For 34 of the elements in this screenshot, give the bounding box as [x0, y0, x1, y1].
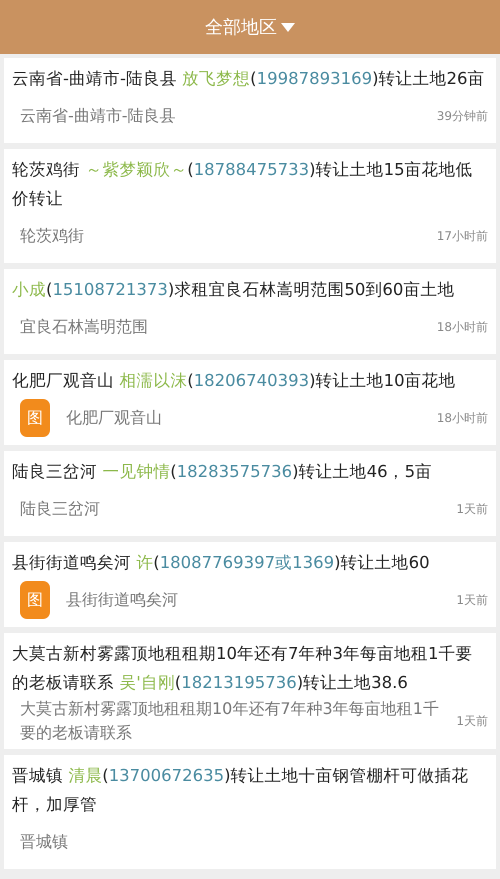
post-card[interactable]: 轮茨鸡街 ～紫梦颖欣～(18788475733)转让土地15亩花地低价转让 轮茨鸡街 17小时前: [4, 149, 496, 263]
post-title: 轮茨鸡街 ～紫梦颖欣～(18788475733)转让土地15亩花地低价转让: [12, 159, 474, 210]
post-time: 1天前: [456, 592, 488, 609]
post-time: 18小时前: [436, 410, 488, 427]
post-card[interactable]: 陆良三岔河 一见钟情(18283575736)转让土地46，5亩 陆良三岔河 1天前: [4, 451, 496, 536]
caret-icon: [281, 22, 295, 32]
post-card[interactable]: 大莫古新村雾露顶地租租期10年还有7年种3年每亩地租1千要的老板请联系 吴'自刚(18213195736)转让土地38.6 大莫古新村雾露顶地租租期10年还有7年种3年每亩地租1千要的老板请联系 1天前: [4, 633, 496, 749]
post-card[interactable]: 云南省-曲靖市-陆良县 放飞梦想(19987893169)转让土地26亩 云南省-曲靖市-陆良县 39分钟前: [4, 58, 496, 143]
post-title: 县街街道鸣矣河 许(18087769397或1369)转让土地60: [12, 552, 431, 574]
post-card[interactable]: 县街街道鸣矣河 许(18087769397或1369)转让土地60 图 县街街道鸣矣河 1天前: [4, 542, 496, 627]
post-title: 小成(15108721373)求租宜良石林嵩明范围50到60亩土地: [12, 279, 456, 301]
post-time: 1天前: [456, 501, 488, 518]
post-time: 1天前: [456, 713, 488, 730]
post-location: 宜良石林嵩明范围: [20, 316, 149, 338]
image-badge: 图: [20, 399, 50, 437]
post-location: 县街街道鸣矣河: [66, 589, 179, 611]
post-card[interactable]: 晋城镇 清晨(13700672635)转让土地十亩钢管棚杆可做插花杆，加厚管 晋城镇: [4, 755, 496, 869]
post-location: 大莫古新村雾露顶地租租期10年还有7年种3年每亩地租1千要的老板请联系: [20, 698, 440, 744]
post-location: 陆良三岔河: [20, 498, 101, 520]
post-location: 化肥厂观音山: [66, 407, 163, 429]
post-title: 云南省-曲靖市-陆良县 放飞梦想(19987893169)转让土地26亩: [12, 68, 486, 90]
post-time: 18小时前: [436, 319, 488, 336]
image-badge: 图: [20, 581, 50, 619]
post-title: 大莫古新村雾露顶地租租期10年还有7年种3年每亩地租1千要的老板请联系 吴'自刚(18213195736)转让土地38.6: [12, 643, 474, 694]
post-card[interactable]: 化肥厂观音山 相濡以沫(18206740393)转让土地10亩花地 图 化肥厂观音山 18小时前: [4, 360, 496, 445]
post-location: 云南省-曲靖市-陆良县: [20, 105, 177, 127]
post-title: 晋城镇 清晨(13700672635)转让土地十亩钢管棚杆可做插花杆，加厚管: [12, 765, 470, 816]
post-location: 晋城镇: [20, 831, 69, 853]
post-card[interactable]: 小成(15108721373)求租宜良石林嵩明范围50到60亩土地 宜良石林嵩明范围 18小时前: [4, 269, 496, 354]
post-location: 轮茨鸡街: [20, 225, 85, 247]
post-title: 陆良三岔河 一见钟情(18283575736)转让土地46，5亩: [12, 461, 434, 483]
post-time: 39分钟前: [436, 108, 488, 125]
post-title: 化肥厂观音山 相濡以沫(18206740393)转让土地10亩花地: [12, 370, 457, 392]
post-time: 17小时前: [436, 228, 488, 245]
